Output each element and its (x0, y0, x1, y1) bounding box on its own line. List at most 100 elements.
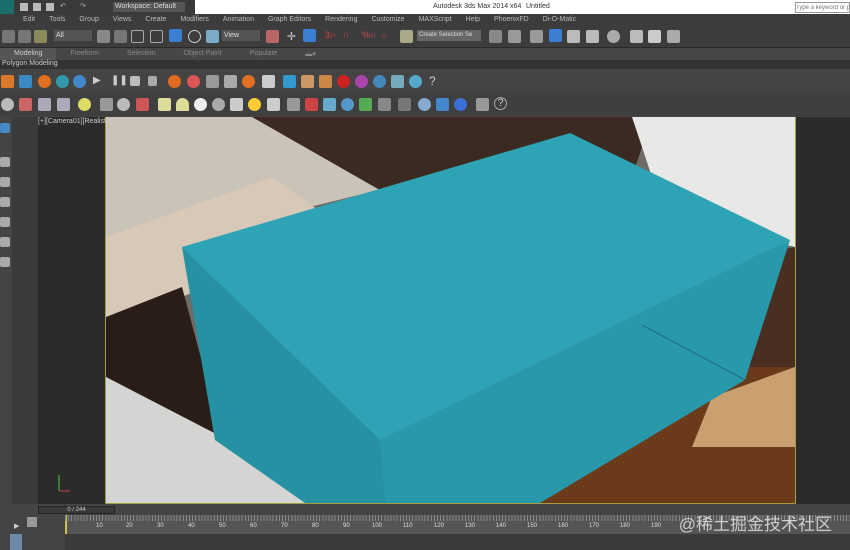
paint-icon[interactable] (355, 75, 368, 88)
save-icon[interactable] (46, 3, 54, 11)
menu-group[interactable]: Group (72, 14, 105, 26)
displacement-icon[interactable] (305, 98, 318, 111)
dome-light-icon[interactable] (176, 98, 189, 111)
menu-graph-editors[interactable]: Graph Editors (261, 14, 318, 26)
ribbon-options-icon[interactable]: ▬▾ (291, 48, 330, 60)
blood-icon[interactable] (337, 75, 350, 88)
scale-icon[interactable] (206, 30, 219, 43)
key-filter-icon[interactable] (27, 517, 37, 527)
candle-icon[interactable] (242, 75, 255, 88)
menu-tools[interactable]: Tools (42, 14, 72, 26)
search-input[interactable] (795, 2, 850, 13)
ies-light-icon[interactable] (230, 98, 243, 111)
time-slider[interactable]: 0 / 244 (38, 506, 115, 514)
utilities-icon[interactable] (0, 237, 10, 247)
reference-coordinate-dropdown[interactable]: View (222, 30, 260, 41)
modify-icon[interactable] (0, 157, 10, 167)
ocean-icon[interactable] (56, 75, 69, 88)
fire-sim-icon[interactable] (38, 75, 51, 88)
viewport-label[interactable]: [+][Camera01][Realistic] (38, 118, 113, 125)
material-editor-icon[interactable] (607, 30, 620, 43)
menu-create[interactable]: Create (138, 14, 173, 26)
mirror-icon[interactable] (489, 30, 502, 43)
fire-source-icon[interactable] (1, 75, 14, 88)
tab-freeform[interactable]: Freeform (56, 48, 112, 60)
ship-wake-icon[interactable] (391, 75, 404, 88)
sphere-fade-icon[interactable] (323, 98, 336, 111)
delete-cache-icon[interactable] (148, 76, 157, 86)
play-icon[interactable]: ▶ (93, 75, 106, 88)
vray-help-icon[interactable]: ? (494, 97, 507, 110)
particles-icon[interactable] (73, 75, 86, 88)
bind-space-warp-icon[interactable] (34, 30, 47, 43)
timeline-toggle-icon[interactable]: ▶ (14, 522, 24, 532)
redo-icon[interactable]: ↷ (80, 2, 86, 10)
sun-icon[interactable] (248, 98, 261, 111)
edit-named-selection-icon[interactable] (400, 30, 413, 43)
pause-icon[interactable]: ❚❚ (111, 75, 128, 88)
snaps-toggle-icon[interactable]: 3∩ (325, 30, 338, 43)
rotate-icon[interactable] (188, 30, 201, 43)
steam-icon[interactable] (224, 75, 237, 88)
undo-icon[interactable]: ↶ (60, 2, 66, 10)
schematic-view-icon[interactable] (586, 30, 599, 43)
splash-icon[interactable] (409, 75, 422, 88)
teapot-icon[interactable] (1, 98, 14, 111)
rendered-frame-window-icon[interactable] (648, 30, 661, 43)
water-icon[interactable] (373, 75, 386, 88)
menu-modifiers[interactable]: Modifiers (173, 14, 215, 26)
select-by-name-icon[interactable] (114, 30, 127, 43)
align-icon[interactable] (508, 30, 521, 43)
workspace-dropdown[interactable]: Workspace: Default (113, 2, 185, 12)
milk-icon[interactable] (319, 75, 332, 88)
tab-object-paint[interactable]: Object Paint (170, 48, 236, 60)
named-selection-dropdown[interactable]: Create Selection Se (417, 30, 481, 41)
tab-populate[interactable]: Populate (236, 48, 292, 60)
app-logo-icon[interactable] (0, 0, 14, 14)
menu-views[interactable]: Views (106, 14, 139, 26)
drink-icon[interactable] (301, 75, 314, 88)
render-setup-icon[interactable] (630, 30, 643, 43)
menu-maxscript[interactable]: MAXScript (412, 14, 459, 26)
cigarette-icon[interactable] (262, 75, 275, 88)
pour-icon[interactable] (283, 75, 296, 88)
selection-filter-dropdown[interactable]: All (54, 30, 92, 41)
vray-object-props-icon[interactable] (398, 98, 411, 111)
smoke-icon[interactable] (206, 75, 219, 88)
window-crossing-icon[interactable] (150, 30, 163, 43)
camera-icon[interactable] (100, 98, 113, 111)
sky-icon[interactable] (267, 98, 280, 111)
percent-snap-icon[interactable]: %∩ (362, 30, 376, 43)
pivot-center-icon[interactable] (266, 30, 279, 43)
scene-explorer-icon[interactable] (549, 29, 562, 42)
plant-icon[interactable] (359, 98, 372, 111)
frame-buffer-icon[interactable] (19, 98, 32, 111)
motion-icon[interactable] (0, 197, 10, 207)
env-fog-icon[interactable] (341, 98, 354, 111)
menu-di-o-matic[interactable]: Di-O-Matic (536, 14, 583, 26)
mini-curve-editor-icon[interactable] (10, 534, 22, 550)
keyboard-shortcut-icon[interactable] (303, 29, 316, 42)
angle-snap-icon[interactable]: ∩ (343, 30, 356, 43)
tab-modeling[interactable]: Modeling (0, 48, 57, 60)
link-icon[interactable] (2, 30, 15, 43)
proxy-icon[interactable] (136, 98, 149, 111)
sphere-light-icon[interactable] (194, 98, 207, 111)
spinner-snap-icon[interactable]: ∩ (381, 30, 394, 43)
new-icon[interactable] (20, 3, 28, 11)
rect-selection-icon[interactable] (131, 30, 144, 43)
viewport[interactable]: [+][Camera01][Realistic] (12, 117, 850, 505)
material-override-icon[interactable] (378, 98, 391, 111)
hierarchy-icon[interactable] (0, 177, 10, 187)
curve-editor-icon[interactable] (567, 30, 580, 43)
fire-preset-icon[interactable] (168, 75, 181, 88)
vray-plane-icon[interactable] (158, 98, 171, 111)
vray-log-icon[interactable] (476, 98, 489, 111)
menu-phoenixfd[interactable]: PhoenixFD (487, 14, 536, 26)
display-icon[interactable] (0, 217, 10, 227)
menu-customize[interactable]: Customize (364, 14, 411, 26)
mesh-light-icon[interactable] (212, 98, 225, 111)
physical-camera-icon[interactable] (117, 98, 130, 111)
tools-icon[interactable] (0, 257, 10, 267)
select-manipulate-icon[interactable]: ✛ (285, 30, 298, 43)
